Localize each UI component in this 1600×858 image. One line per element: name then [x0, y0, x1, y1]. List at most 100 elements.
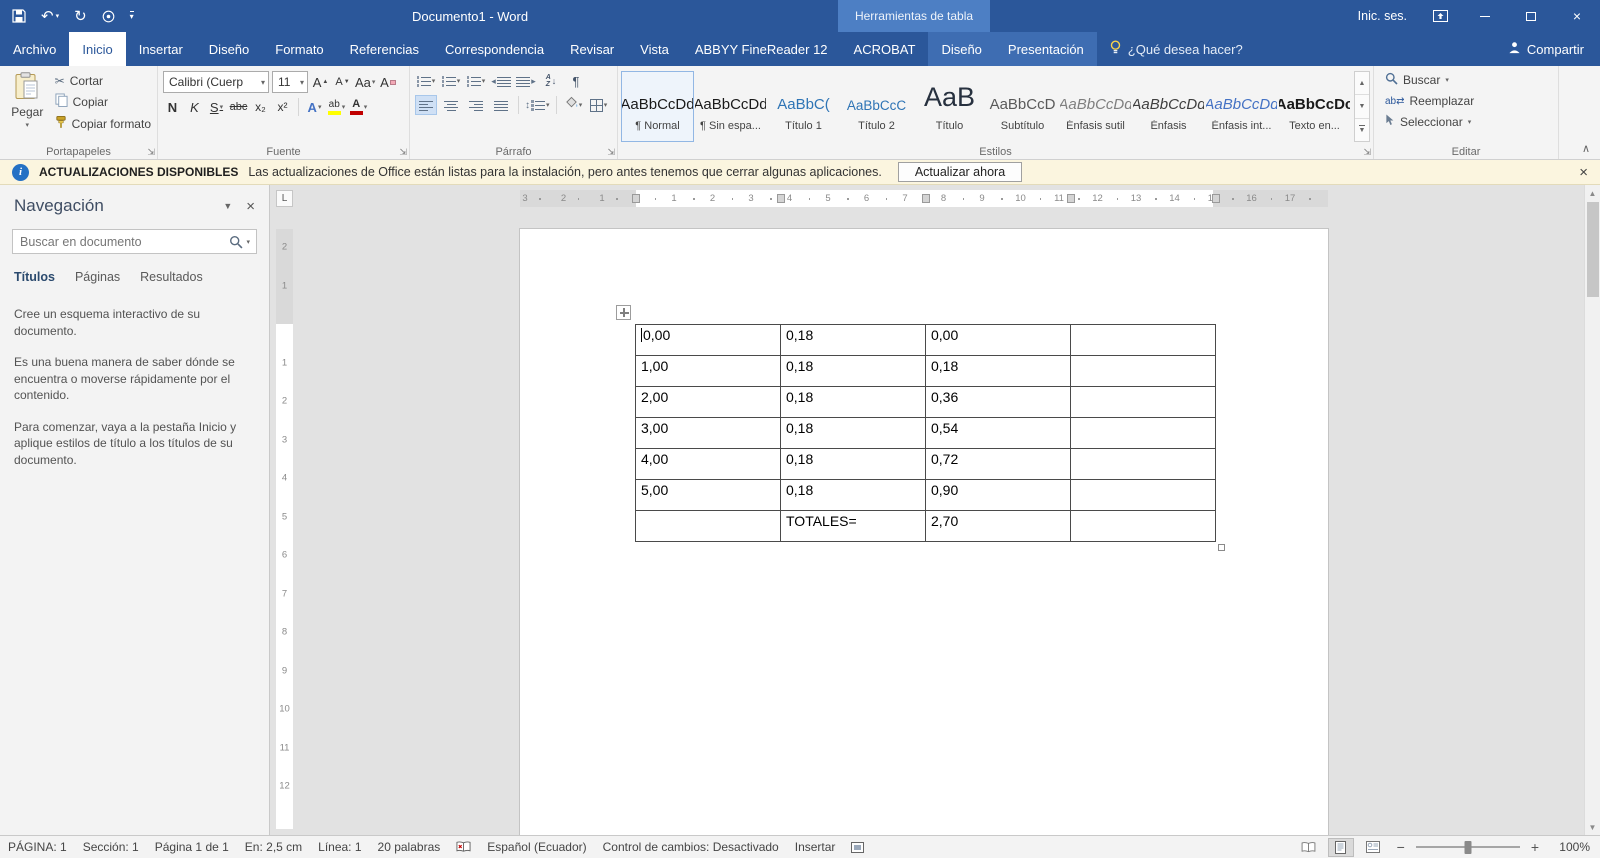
tab-vista[interactable]: Vista: [627, 32, 682, 66]
clipboard-dialog-launcher-icon[interactable]: ⇲: [147, 148, 155, 157]
scroll-down-icon[interactable]: ▼: [1585, 819, 1600, 835]
navigation-pane-options-icon[interactable]: ▼: [209, 201, 246, 211]
sort-button[interactable]: A Z ↓: [540, 71, 562, 91]
status-word-count[interactable]: 20 palabras: [370, 840, 449, 854]
borders-button[interactable]: ▾: [588, 95, 610, 115]
tab-inicio[interactable]: Inicio: [69, 32, 126, 66]
notification-close-icon[interactable]: ×: [1579, 164, 1588, 181]
tab-selector[interactable]: L: [276, 190, 293, 207]
decrease-indent-button[interactable]: ◂: [490, 71, 512, 91]
nav-tab-paginas[interactable]: Páginas: [75, 270, 120, 284]
tab-ctx-presentacion[interactable]: Presentación: [995, 32, 1097, 66]
tab-acrobat[interactable]: ACROBAT: [841, 32, 929, 66]
style-subtitulo[interactable]: AaBbCcD Subtítulo: [986, 71, 1059, 142]
status-insert-mode[interactable]: Insertar: [787, 840, 844, 854]
tab-archivo[interactable]: Archivo: [0, 32, 69, 66]
zoom-slider[interactable]: [1415, 840, 1520, 854]
maximize-button[interactable]: [1508, 0, 1554, 32]
find-button[interactable]: Buscar ▾: [1382, 71, 1555, 89]
zoom-slider-thumb[interactable]: [1464, 840, 1472, 854]
tab-revisar[interactable]: Revisar: [557, 32, 627, 66]
shading-button[interactable]: ▾: [563, 95, 585, 115]
underline-button[interactable]: S ▾: [207, 97, 226, 117]
styles-scroll-down-icon[interactable]: ▼: [1355, 95, 1369, 119]
style-normal[interactable]: AaBbCcDd ¶ Normal: [621, 71, 694, 142]
clear-formatting-button[interactable]: A: [378, 72, 397, 92]
tab-correspondencia[interactable]: Correspondencia: [432, 32, 557, 66]
redo-icon[interactable]: ↻: [74, 9, 87, 24]
superscript-button[interactable]: x²: [273, 97, 292, 117]
sign-in-link[interactable]: Inic. ses.: [1358, 9, 1407, 23]
align-left-button[interactable]: [415, 95, 437, 115]
tab-abbyy-finereader[interactable]: ABBYY FineReader 12: [682, 32, 841, 66]
paragraph-dialog-launcher-icon[interactable]: ⇲: [607, 148, 615, 157]
navigation-pane-close-icon[interactable]: ×: [246, 198, 255, 215]
read-mode-icon[interactable]: [1296, 838, 1322, 857]
replace-button[interactable]: ab⇄ Reemplazar: [1382, 93, 1555, 109]
update-now-button[interactable]: Actualizar ahora: [897, 162, 1023, 182]
strikethrough-button[interactable]: abc: [229, 97, 248, 117]
numbering-button[interactable]: ▾: [440, 71, 462, 91]
tab-ctx-diseno[interactable]: Diseño: [928, 32, 994, 66]
increase-indent-button[interactable]: ▸: [515, 71, 537, 91]
style-enfasis-sutil[interactable]: AaBbCcDd Énfasis sutil: [1059, 71, 1132, 142]
status-page-of[interactable]: Página 1 de 1: [147, 840, 237, 854]
save-icon[interactable]: [12, 9, 26, 23]
select-button[interactable]: Seleccionar ▾: [1382, 113, 1555, 130]
print-layout-icon[interactable]: [1327, 837, 1354, 857]
ribbon-display-options-icon[interactable]: [1433, 10, 1448, 22]
horizontal-ruler[interactable]: 3211234567891011121314151617: [520, 190, 1328, 207]
line-spacing-button[interactable]: ↕ ▾: [525, 95, 550, 115]
status-line[interactable]: Línea: 1: [310, 840, 369, 854]
font-family-combo[interactable]: Calibri (Cuerp ▾: [163, 71, 269, 93]
web-layout-icon[interactable]: [1360, 838, 1386, 857]
highlight-button[interactable]: ab ▾: [327, 97, 346, 117]
tab-insertar[interactable]: Insertar: [126, 32, 196, 66]
style-texto-en[interactable]: AaBbCcDc Texto en...: [1278, 71, 1351, 142]
style-enfasis-intenso[interactable]: AaBbCcDd Énfasis int...: [1205, 71, 1278, 142]
collapse-ribbon-icon[interactable]: ∧: [1582, 142, 1590, 155]
vertical-ruler[interactable]: 2 1 1 2 3 4 5 6 7 8 9 10 11 12: [276, 229, 293, 829]
status-vertical-position[interactable]: En: 2,5 cm: [237, 840, 310, 854]
zoom-percentage[interactable]: 100%: [1550, 840, 1590, 854]
search-button[interactable]: ▾: [223, 235, 256, 249]
document-page[interactable]: 0,00 0,18 0,00 1,00 0,18 0,18 2,00 0,18: [520, 229, 1328, 835]
style-titulo-1[interactable]: AaBbC( Título 1: [767, 71, 840, 142]
italic-button[interactable]: K: [185, 97, 204, 117]
align-center-button[interactable]: [440, 95, 462, 115]
table-move-handle[interactable]: [616, 305, 631, 320]
tab-diseno[interactable]: Diseño: [196, 32, 262, 66]
cut-button[interactable]: ✂ Cortar: [52, 73, 154, 89]
font-dialog-launcher-icon[interactable]: ⇲: [399, 148, 407, 157]
font-color-button[interactable]: A ▾: [349, 97, 368, 117]
style-titulo[interactable]: AaB Título: [913, 71, 986, 142]
text-effects-button[interactable]: A ▾: [305, 97, 324, 117]
show-marks-button[interactable]: ¶: [565, 71, 587, 91]
status-language[interactable]: Español (Ecuador): [479, 840, 594, 854]
bullets-button[interactable]: ▾: [415, 71, 437, 91]
shrink-font-button[interactable]: A ▼: [333, 72, 352, 92]
status-track-changes[interactable]: Control de cambios: Desactivado: [595, 840, 787, 854]
touch-mouse-mode-icon[interactable]: [102, 10, 115, 23]
styles-scroll-up-icon[interactable]: ▲: [1355, 72, 1369, 96]
bold-button[interactable]: N: [163, 97, 182, 117]
status-section[interactable]: Sección: 1: [75, 840, 147, 854]
align-right-button[interactable]: [465, 95, 487, 115]
styles-dialog-launcher-icon[interactable]: ⇲: [1363, 148, 1371, 157]
subscript-button[interactable]: x₂: [251, 97, 270, 117]
undo-icon[interactable]: ↶ ▾: [41, 9, 59, 24]
macro-recording-icon[interactable]: [843, 841, 872, 853]
nav-tab-titulos[interactable]: Títulos: [14, 270, 55, 284]
font-size-combo[interactable]: 11 ▾: [272, 71, 308, 93]
close-button[interactable]: ×: [1554, 0, 1600, 32]
grow-font-button[interactable]: A ▲: [311, 72, 330, 92]
zoom-in-button[interactable]: +: [1526, 839, 1544, 855]
tab-formato[interactable]: Formato: [262, 32, 336, 66]
change-case-button[interactable]: Aa ▾: [355, 72, 375, 92]
zoom-out-button[interactable]: −: [1392, 839, 1410, 855]
vertical-scrollbar[interactable]: ▲ ▼: [1584, 185, 1600, 835]
scrollbar-thumb[interactable]: [1586, 202, 1599, 297]
copy-button[interactable]: Copiar: [52, 92, 154, 111]
search-input[interactable]: [13, 234, 224, 249]
style-titulo-2[interactable]: AaBbCcC Título 2: [840, 71, 913, 142]
